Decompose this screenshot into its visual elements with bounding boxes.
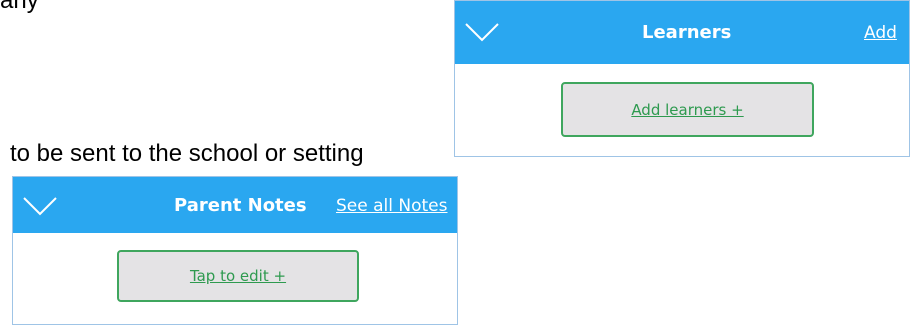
learners-panel-header: Learners Add xyxy=(455,1,909,64)
parent-notes-panel-header: Parent Notes See all Notes xyxy=(13,177,457,233)
clipped-top-text: any xyxy=(0,0,39,14)
parent-notes-panel: Parent Notes See all Notes Tap to edit + xyxy=(12,176,458,325)
learners-panel: Learners Add Add learners + xyxy=(454,0,910,157)
add-learners-button[interactable]: Add learners + xyxy=(561,82,814,137)
chevron-down-icon[interactable] xyxy=(23,197,57,217)
tap-to-edit-button-label: Tap to edit + xyxy=(189,267,287,285)
learners-panel-title: Learners xyxy=(642,22,732,43)
parent-notes-panel-title: Parent Notes xyxy=(174,195,307,216)
add-learners-button-label: Add learners + xyxy=(631,100,744,119)
add-learner-link[interactable]: Add xyxy=(864,23,897,43)
tap-to-edit-button[interactable]: Tap to edit + xyxy=(117,250,359,302)
see-all-notes-link[interactable]: See all Notes xyxy=(336,196,447,216)
document-body-line: to be sent to the school or setting xyxy=(10,140,364,167)
chevron-down-icon[interactable] xyxy=(465,23,499,43)
